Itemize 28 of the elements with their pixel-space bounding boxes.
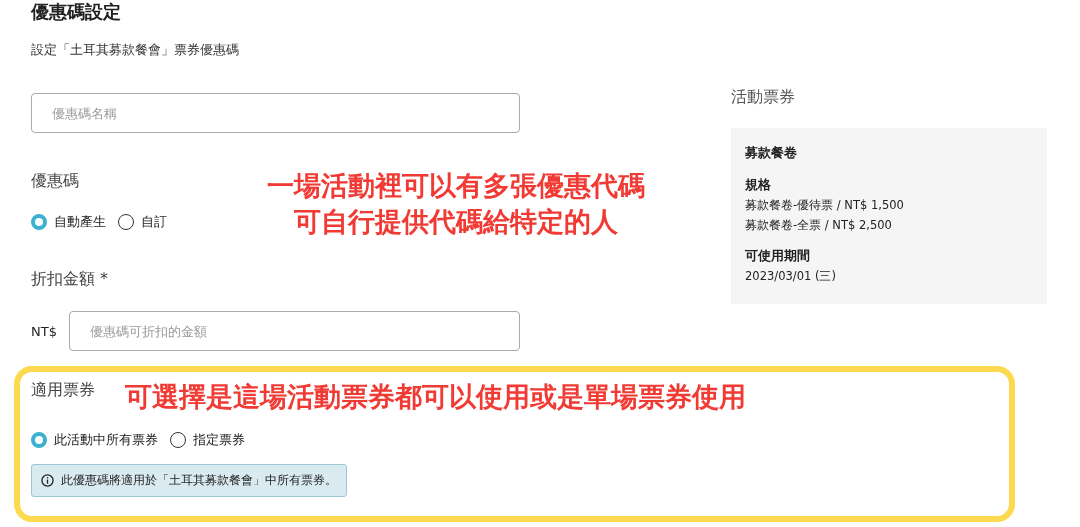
spec-label: 規格 <box>745 176 772 194</box>
annotation-text: 可自行提供代碼給特定的人 <box>294 205 618 239</box>
page-title: 優惠碼設定 <box>31 0 122 24</box>
page-subtitle: 設定「土耳其募款餐會」票券優惠碼 <box>31 41 240 59</box>
radio-label: 自動產生 <box>54 213 106 231</box>
radio-button[interactable]: 此活動中所有票券 <box>31 431 158 449</box>
currency-label: NT$ <box>31 323 58 339</box>
amount-field[interactable]: 優惠碼可折扣的金額 <box>69 311 520 351</box>
info-text: 此優惠碼將適用於「土耳其募款餐會」中所有票券。 <box>61 473 337 488</box>
radio-label: 指定票券 <box>193 431 245 449</box>
section-label: 優惠碼 <box>31 170 79 192</box>
spec-text: 募款餐卷-優待票 / NT$ 1,500 <box>745 197 905 214</box>
ticket-name: 募款餐卷 <box>745 144 798 162</box>
radio-label: 此活動中所有票券 <box>54 431 158 449</box>
period-label: 可使用期間 <box>745 247 811 265</box>
spec-text: 募款餐卷-全票 / NT$ 2,500 <box>745 217 893 234</box>
period-text: 2023/03/01 (三) <box>745 268 837 285</box>
panel-heading: 活動票券 <box>731 86 796 108</box>
section-label: 適用票券 <box>31 379 95 401</box>
radio-label: 自訂 <box>141 213 167 231</box>
annotation-text: 可選擇是這場活動票券都可以使用或是單場票券使用 <box>125 380 746 414</box>
section-label: 折扣金額 * <box>31 268 109 290</box>
info-icon <box>41 474 54 487</box>
name-field[interactable]: 優惠碼名稱 <box>31 93 520 133</box>
radio-button[interactable]: 自訂 <box>118 213 167 231</box>
radio-button[interactable]: 指定票券 <box>170 431 245 449</box>
radio-button[interactable]: 自動產生 <box>31 213 106 231</box>
annotation-text: 一場活動裡可以有多張優惠代碼 <box>267 169 645 203</box>
